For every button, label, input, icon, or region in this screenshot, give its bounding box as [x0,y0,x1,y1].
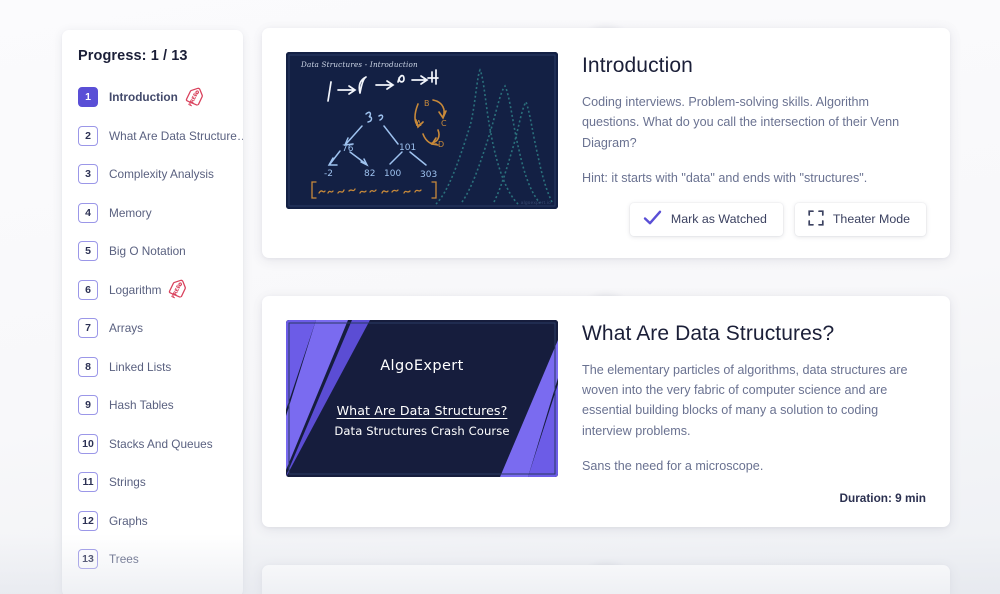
mark-as-watched-button[interactable]: Mark as Watched [629,202,783,236]
svg-text:D: D [438,140,444,149]
sidebar-item-number: 5 [78,241,98,262]
sidebar-item-label: Memory [109,205,152,220]
svg-text:82: 82 [364,169,375,179]
svg-text:-2: -2 [324,169,333,179]
lesson-description-1: Coding interviews. Problem-solving skill… [582,95,900,150]
lesson-hint-1: Hint: it starts with "data" and ends wit… [582,171,868,186]
sidebar-item-label: Arrays [109,321,144,336]
sidebar-item-label: Trees [109,552,139,567]
sidebar-item-label: Hash Tables [109,398,174,413]
theater-mode-label: Theater Mode [832,212,910,227]
sidebar-item-label: Complexity Analysis [109,167,214,182]
lesson-card-1-wrapper: 1 [262,28,950,258]
lesson-note-2: Sans the need for a microscope. [582,459,764,474]
sidebar-item-number: 11 [78,472,98,493]
lesson-card-2-wrapper: 2 [262,295,950,527]
sidebar-item-linked-lists[interactable]: 8 Linked Lists [62,348,243,387]
sidebar-item-strings[interactable]: 11 Strings [62,463,243,502]
svg-text:C: C [441,119,447,128]
duration-label: Duration: 9 min [839,490,926,505]
sidebar-item-memory[interactable]: 4 Memory [62,194,243,233]
sidebar-item-number: 2 [78,125,98,146]
lesson-card-3[interactable] [262,564,950,594]
slide-graphic: AlgoExpert What Are Data Structures? Dat… [286,319,558,477]
slide-heading: What Are Data Structures? [336,403,508,419]
sidebar-item-label: Big O Notation [109,244,186,259]
sidebar-item-graphs[interactable]: 12 Graphs [62,502,243,541]
course-page: Progress: 1 / 13 1 Introduction FREE 2 What … [0,0,1000,594]
expand-corners-icon [808,209,824,229]
sidebar-item-number: 9 [78,395,98,416]
video-thumbnail-1[interactable]: 76 101 -2 82 100 303 B C D A Data Struct… [286,52,558,209]
duration-row-2: Duration: 9 min [582,477,926,505]
sidebar-item-what-are-data-structure[interactable]: 2 What Are Data Structure… [62,117,243,156]
lesson-sidebar: Progress: 1 / 13 1 Introduction FREE 2 What … [62,30,243,594]
sidebar-item-trees[interactable]: 13 Trees [62,540,243,579]
sidebar-item-arrays[interactable]: 7 Arrays [62,309,243,348]
sidebar-item-label: Introduction [109,90,178,105]
info-column-2: What Are Data Structures? The elementary… [558,320,926,505]
lesson-title-1: Introduction [582,54,693,77]
whiteboard-watermark: algoexpert.io [520,200,551,205]
thumbnail-column-2: AlgoExpert What Are Data Structures? Dat… [286,319,558,505]
lesson-card-1[interactable]: 76 101 -2 82 100 303 B C D A Data Struct… [262,28,950,258]
lesson-description-2: The elementary particles of algorithms, … [582,362,908,438]
lesson-cards: 1 [262,0,950,594]
sidebar-item-label: Strings [109,475,146,490]
sidebar-item-stacks-and-queues[interactable]: 10 Stacks And Queues [62,425,243,464]
svg-text:101: 101 [399,143,416,153]
whiteboard-drawing: 76 101 -2 82 100 303 B C D A [286,52,558,209]
mark-as-watched-label: Mark as Watched [670,212,767,227]
sidebar-item-number: 3 [78,164,98,185]
sidebar-item-number: 4 [78,202,98,223]
svg-text:303: 303 [420,170,437,180]
sidebar-item-number: 1 [78,87,98,108]
sidebar-item-number: 12 [78,510,98,531]
free-tag-icon: FREE [182,86,206,108]
info-column-1: Introduction Coding interviews. Problem-… [558,52,926,236]
sidebar-item-label: What Are Data Structure… [109,128,243,143]
progress-label: Progress: 1 / 13 [78,48,188,64]
theater-mode-button[interactable]: Theater Mode [794,202,926,236]
lesson-title-2: What Are Data Structures? [582,321,835,345]
sidebar-item-label: Logarithm [109,282,162,297]
lesson-card-3-wrapper: 3 [262,564,950,594]
slide-subheading: Data Structures Crash Course [334,424,510,439]
sidebar-item-complexity-analysis[interactable]: 3 Complexity Analysis [62,155,243,194]
card-actions-1: Mark as Watched Theater Mode [582,189,926,236]
check-icon [643,210,662,229]
thumbnail-column-1: 76 101 -2 82 100 303 B C D A Data Struct… [286,52,558,236]
sidebar-item-label: Linked Lists [109,359,172,374]
sidebar-item-label: Graphs [109,513,148,528]
lesson-card-2[interactable]: AlgoExpert What Are Data Structures? Dat… [262,295,950,527]
sidebar-item-number: 8 [78,356,98,377]
sidebar-item-introduction[interactable]: 1 Introduction FREE [62,78,243,117]
sidebar-item-big-o-notation[interactable]: 5 Big O Notation [62,232,243,271]
svg-text:100: 100 [384,169,401,179]
svg-text:76: 76 [342,144,354,154]
sidebar-item-hash-tables[interactable]: 9 Hash Tables [62,386,243,425]
slide-text: AlgoExpert What Are Data Structures? Dat… [286,320,558,477]
lesson-list: 1 Introduction FREE 2 What Are Data Structur… [62,78,243,579]
sidebar-item-number: 7 [78,318,98,339]
video-thumbnail-2[interactable]: AlgoExpert What Are Data Structures? Dat… [286,319,558,477]
sidebar-item-number: 13 [78,549,98,570]
whiteboard-title: Data Structures - Introduction [301,60,418,69]
sidebar-item-number: 10 [78,433,98,454]
free-tag-icon: FREE [166,279,190,301]
sidebar-item-logarithm[interactable]: 6 Logarithm FREE [62,271,243,310]
sidebar-item-label: Stacks And Queues [109,436,213,451]
slide-brand: AlgoExpert [380,358,464,375]
svg-text:B: B [424,99,430,108]
sidebar-item-number: 6 [78,279,98,300]
